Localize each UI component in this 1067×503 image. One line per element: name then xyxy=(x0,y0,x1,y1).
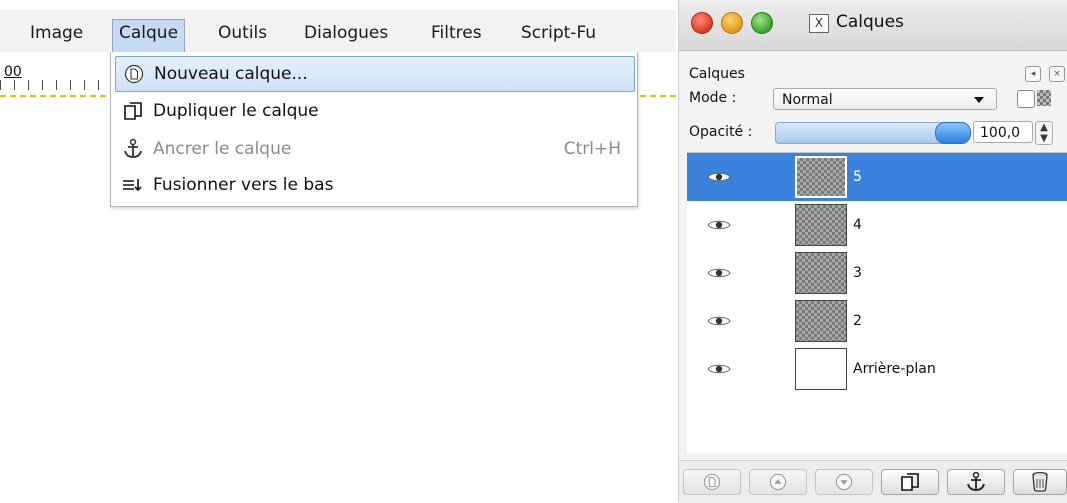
close-tab-button[interactable]: × xyxy=(1049,66,1065,82)
window-titlebar: X Calques xyxy=(679,0,1067,51)
menu-filtres[interactable]: Filtres xyxy=(425,20,488,46)
x11-icon: X xyxy=(809,14,829,33)
minimize-window-button[interactable] xyxy=(721,12,743,34)
zoom-window-button[interactable] xyxy=(751,12,773,34)
menu-outils[interactable]: Outils xyxy=(212,20,273,46)
layer-name: 2 xyxy=(853,313,862,329)
layers-dialog: X Calques Calques ◂ × Mode : Normal Opac… xyxy=(678,0,1067,503)
eye-icon[interactable] xyxy=(707,314,731,328)
raise-layer-icon xyxy=(769,473,787,491)
menu-item-label: Dupliquer le calque xyxy=(153,101,319,121)
menu-item-anchor-layer[interactable]: Ancrer le calque Ctrl+H xyxy=(115,132,633,166)
mode-label: Mode : xyxy=(689,90,737,106)
close-window-button[interactable] xyxy=(691,12,713,34)
duplicate-layer-icon xyxy=(901,473,919,491)
layer-name: Arrière-plan xyxy=(853,361,936,377)
menu-item-duplicate-layer[interactable]: Dupliquer le calque xyxy=(115,94,633,128)
menu-item-new-layer[interactable]: Nouveau calque... xyxy=(115,56,635,92)
eye-icon[interactable] xyxy=(707,170,731,184)
merge-down-icon xyxy=(121,173,145,197)
ruler-label: 00 xyxy=(4,64,22,80)
layer-name: 3 xyxy=(853,265,862,281)
layer-name: 5 xyxy=(853,169,862,185)
raise-layer-button[interactable] xyxy=(749,469,807,495)
menu-script-fu[interactable]: Script-Fu xyxy=(515,20,602,46)
eye-icon[interactable] xyxy=(707,266,731,280)
opacity-label: Opacité : xyxy=(689,124,753,140)
ruler-ticks xyxy=(0,80,110,90)
layer-thumbnail xyxy=(795,204,847,246)
lower-layer-icon xyxy=(835,473,853,491)
lower-layer-button[interactable] xyxy=(815,469,873,495)
layer-row[interactable]: 5 xyxy=(687,153,1067,201)
menubar: Image Calque Outils Dialogues Filtres Sc… xyxy=(0,10,676,54)
layer-row[interactable]: 3 xyxy=(687,249,1067,297)
menu-calque[interactable]: Calque xyxy=(112,19,186,54)
layer-thumbnail xyxy=(795,252,847,294)
mode-select[interactable]: Normal xyxy=(773,88,997,110)
mode-value: Normal xyxy=(782,92,833,108)
opacity-spinner[interactable]: ▲ ▼ xyxy=(1035,121,1053,145)
duplicate-layer-button[interactable] xyxy=(881,469,939,495)
anchor-icon xyxy=(121,137,145,161)
menu-dialogues[interactable]: Dialogues xyxy=(298,20,394,46)
shortcut-label: Ctrl+H xyxy=(563,139,621,159)
layer-thumbnail xyxy=(795,348,847,390)
chevron-down-icon xyxy=(974,97,984,103)
new-layer-icon xyxy=(122,62,146,86)
lock-alpha-checkbox[interactable] xyxy=(1017,90,1035,108)
menu-item-label: Fusionner vers le bas xyxy=(153,175,334,195)
menu-item-label: Ancrer le calque xyxy=(153,139,292,159)
layers-toolbar xyxy=(679,460,1067,503)
calque-dropdown-menu: Nouveau calque... Dupliquer le calque An… xyxy=(110,52,638,207)
layer-thumbnail xyxy=(795,156,847,198)
layer-row[interactable]: 2 xyxy=(687,297,1067,345)
duplicate-layer-icon xyxy=(121,99,145,123)
tab-menu-button[interactable]: ◂ xyxy=(1025,66,1041,82)
eye-icon[interactable] xyxy=(707,362,731,376)
layer-row[interactable]: 4 xyxy=(687,201,1067,249)
menu-item-label: Nouveau calque... xyxy=(154,64,308,84)
new-layer-button[interactable] xyxy=(683,469,741,495)
layers-list: 5 4 3 2 Arrière-plan xyxy=(687,152,1067,453)
new-layer-icon xyxy=(703,473,721,491)
layer-row[interactable]: Arrière-plan xyxy=(687,345,1067,393)
opacity-input[interactable]: 100,0 xyxy=(973,121,1033,143)
anchor-layer-button[interactable] xyxy=(947,469,1005,495)
menu-item-merge-down[interactable]: Fusionner vers le bas xyxy=(115,168,633,202)
image-window-area: Image Calque Outils Dialogues Filtres Sc… xyxy=(0,0,676,502)
window-title: Calques xyxy=(836,12,904,32)
eye-icon[interactable] xyxy=(707,218,731,232)
delete-icon xyxy=(1032,471,1048,492)
section-label: Calques xyxy=(689,66,745,82)
layer-thumbnail xyxy=(795,300,847,342)
menu-image[interactable]: Image xyxy=(24,20,89,46)
delete-layer-button[interactable] xyxy=(1013,469,1067,495)
alpha-icon xyxy=(1037,90,1051,106)
anchor-icon xyxy=(967,471,985,491)
opacity-slider-handle[interactable] xyxy=(935,122,971,144)
layer-name: 4 xyxy=(853,217,862,233)
